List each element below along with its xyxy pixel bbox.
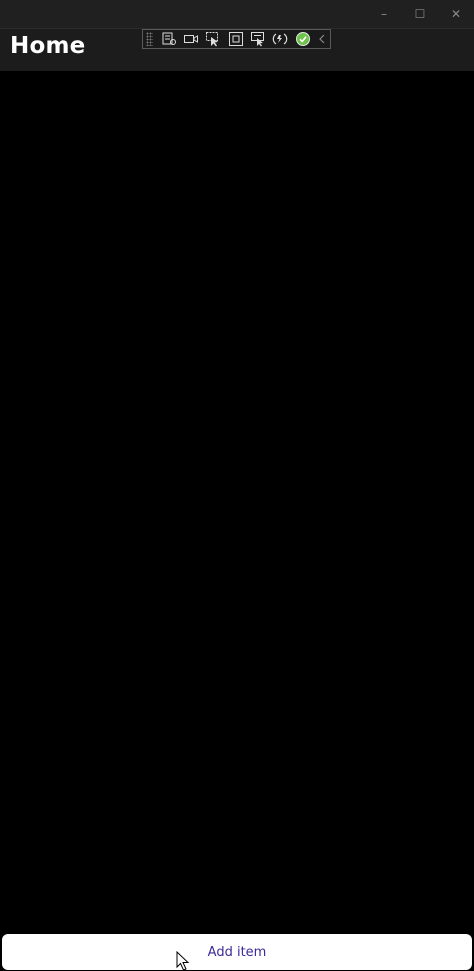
window-controls: – ☐ ✕	[366, 0, 474, 28]
live-visual-tree-icon	[162, 32, 176, 45]
hot-reload-button[interactable]	[269, 30, 291, 48]
track-focus-icon	[251, 32, 265, 47]
xaml-debug-toolbar	[142, 29, 331, 49]
select-element-icon	[206, 32, 219, 47]
track-focus-button[interactable]	[247, 30, 269, 48]
collapse-toolbar-icon	[319, 34, 325, 44]
collapse-toolbar-button[interactable]	[314, 30, 330, 48]
add-item-button[interactable]: Add item	[2, 934, 472, 970]
display-layout-adorners-icon	[228, 32, 243, 46]
minimize-icon: –	[381, 7, 387, 21]
maximize-button[interactable]: ☐	[402, 0, 438, 28]
mouse-cursor-icon	[176, 951, 190, 971]
close-icon: ✕	[450, 7, 462, 21]
maximize-icon: ☐	[414, 7, 426, 21]
hot-reload-icon	[273, 33, 288, 45]
video-capture-icon	[183, 35, 198, 43]
close-button[interactable]: ✕	[438, 0, 474, 28]
status-ok-button[interactable]	[292, 30, 314, 48]
select-element-button[interactable]	[202, 30, 224, 48]
checkmark-status-icon	[295, 32, 310, 46]
video-capture-button[interactable]	[180, 30, 202, 48]
window-title-bar: – ☐ ✕	[0, 0, 474, 29]
main-content-area	[0, 72, 474, 932]
display-layout-adorners-button[interactable]	[225, 30, 247, 48]
live-visual-tree-button[interactable]	[157, 30, 179, 48]
page-title: Home	[10, 33, 86, 59]
toolbar-grip-handle[interactable]	[146, 32, 154, 46]
minimize-button[interactable]: –	[366, 0, 402, 28]
